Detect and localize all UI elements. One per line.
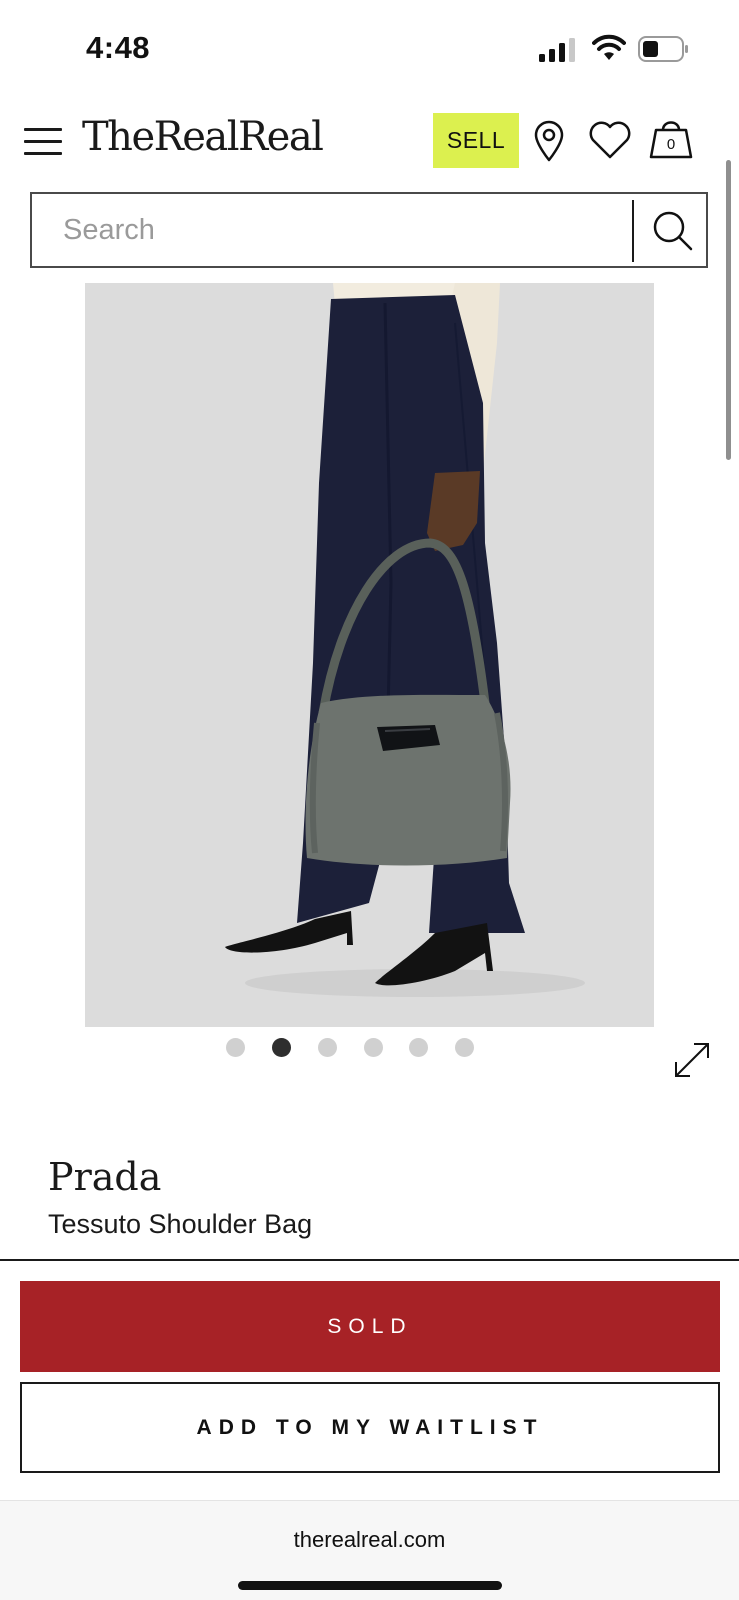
add-to-waitlist-button[interactable]: ADD TO MY WAITLIST: [20, 1382, 720, 1473]
heart-icon[interactable]: [588, 120, 632, 160]
search-button[interactable]: [636, 194, 706, 266]
page-scrollbar[interactable]: [726, 160, 731, 460]
browser-address-bar[interactable]: therealreal.com: [0, 1500, 739, 1600]
expand-arrows-icon[interactable]: [672, 1040, 712, 1080]
sold-button[interactable]: SOLD: [20, 1281, 720, 1372]
cellular-signal-icon: [539, 38, 575, 62]
product-image[interactable]: [85, 283, 654, 1027]
search-divider: [632, 200, 634, 262]
search-icon: [653, 211, 693, 251]
search-box: [30, 192, 708, 268]
shopping-bag-icon[interactable]: 0: [648, 116, 694, 160]
battery-icon: [638, 36, 688, 62]
carousel-dot-1[interactable]: [226, 1038, 245, 1057]
brand-logo[interactable]: TheRealReal: [82, 114, 324, 160]
home-indicator[interactable]: [238, 1581, 502, 1590]
location-pin-icon[interactable]: [533, 120, 565, 162]
carousel-dot-3[interactable]: [318, 1038, 337, 1057]
search-input[interactable]: [32, 194, 632, 266]
divider: [0, 1259, 739, 1261]
wifi-icon: [592, 34, 626, 60]
url-text[interactable]: therealreal.com: [0, 1527, 739, 1553]
carousel-dot-4[interactable]: [364, 1038, 383, 1057]
carousel-dot-2[interactable]: [272, 1038, 291, 1057]
bag-count: 0: [666, 136, 676, 153]
product-name: Tessuto Shoulder Bag: [48, 1209, 313, 1239]
product-brand[interactable]: Prada: [48, 1155, 161, 1199]
status-time: 4:48: [86, 30, 151, 65]
carousel-dot-5[interactable]: [409, 1038, 428, 1057]
menu-icon[interactable]: [24, 124, 62, 158]
sell-button[interactable]: SELL: [433, 113, 519, 168]
carousel-dot-6[interactable]: [455, 1038, 474, 1057]
status-bar: 4:48: [0, 0, 739, 100]
site-header: TheRealReal SELL 0: [0, 100, 739, 185]
